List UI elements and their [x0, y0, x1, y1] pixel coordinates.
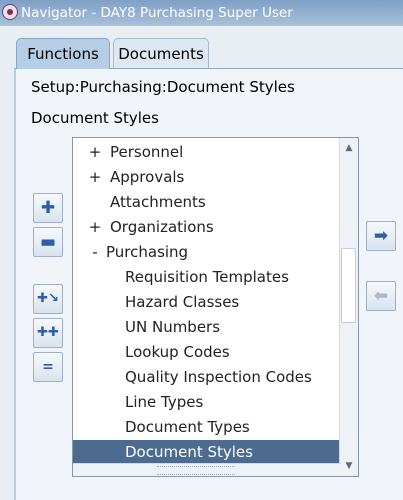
right-arrow-icon: ➡: [373, 226, 389, 246]
tree-node-label: Hazard Classes: [125, 293, 240, 311]
window-title: Navigator - DAY8 Purchasing Super User: [21, 5, 293, 21]
tree-node[interactable]: Attachments: [73, 190, 341, 215]
remove-from-top-ten-button: ⬅: [366, 281, 396, 311]
section-title: Document Styles: [31, 109, 159, 127]
tree-node[interactable]: Document Types: [73, 415, 341, 440]
tree-node[interactable]: Document Styles: [73, 440, 341, 465]
tree-node-label: Purchasing: [106, 243, 189, 261]
oracle-app-icon: [2, 4, 18, 20]
tree-node-label: Attachments: [110, 193, 206, 211]
scroll-down-icon[interactable]: ▼: [341, 458, 357, 474]
collapse-all-button[interactable]: =: [33, 352, 63, 382]
expand-branch-icon: ✚↘: [37, 291, 59, 306]
tab-functions[interactable]: Functions: [16, 38, 110, 69]
expand-node-icon[interactable]: +: [88, 143, 102, 161]
tree-node-label: Document Types: [125, 418, 250, 436]
expand-button[interactable]: ✚: [33, 193, 63, 223]
title-bar[interactable]: Navigator - DAY8 Purchasing Super User: [0, 0, 403, 26]
tree-node-label: Approvals: [110, 168, 185, 186]
expand-branch-button[interactable]: ✚↘: [33, 284, 63, 314]
collapse-button[interactable]: ▬: [33, 227, 63, 257]
plus-icon: ✚: [40, 198, 56, 218]
tree-node[interactable]: Lookup Codes: [73, 340, 341, 365]
horizontal-scrollbar[interactable]: [73, 463, 341, 476]
tree-node-label: Lookup Codes: [125, 343, 230, 361]
breadcrumb: Setup:Purchasing:Document Styles: [31, 78, 295, 96]
collapse-all-icon: =: [42, 359, 54, 375]
tree-rows: + Personnel + Approvals Attachments + Organiza…: [73, 140, 341, 465]
tree-node[interactable]: + Personnel: [73, 140, 341, 165]
tree-node[interactable]: Line Types: [73, 390, 341, 415]
tree-node[interactable]: - Purchasing: [73, 240, 341, 265]
tree-node[interactable]: + Organizations: [73, 215, 341, 240]
tab-documents[interactable]: Documents: [113, 38, 209, 68]
function-tree[interactable]: + Personnel + Approvals Attachments + Organiza…: [72, 137, 359, 477]
expand-node-icon[interactable]: +: [88, 218, 102, 236]
tree-node-label: UN Numbers: [125, 318, 221, 336]
left-arrow-icon: ⬅: [373, 286, 389, 306]
tree-node[interactable]: UN Numbers: [73, 315, 341, 340]
vertical-scroll-thumb[interactable]: [341, 248, 356, 323]
tree-node[interactable]: Quality Inspection Codes: [73, 365, 341, 390]
expand-all-icon: ✚✚: [37, 325, 59, 340]
tree-node[interactable]: Requisition Templates: [73, 265, 341, 290]
vertical-scrollbar[interactable]: ▲ ▼: [339, 138, 358, 476]
tree-node-label: Document Styles: [125, 443, 253, 461]
add-to-top-ten-button[interactable]: ➡: [366, 221, 396, 251]
navigator-window: Navigator - DAY8 Purchasing Super User F…: [0, 0, 403, 500]
tree-node[interactable]: Hazard Classes: [73, 290, 341, 315]
expand-all-button[interactable]: ✚✚: [33, 318, 63, 348]
tree-node[interactable]: + Approvals: [73, 165, 341, 190]
collapse-node-icon[interactable]: -: [88, 243, 102, 261]
tree-node-label: Line Types: [125, 393, 204, 411]
horizontal-scroll-thumb[interactable]: [157, 466, 235, 475]
tree-node-label: Quality Inspection Codes: [125, 368, 312, 386]
tree-node-label: Personnel: [110, 143, 184, 161]
tree-node-label: Organizations: [110, 218, 214, 236]
tree-node-label: Requisition Templates: [125, 268, 289, 286]
minus-icon: ▬: [39, 232, 57, 252]
expand-node-icon[interactable]: +: [88, 168, 102, 186]
scroll-up-icon[interactable]: ▲: [341, 140, 357, 156]
